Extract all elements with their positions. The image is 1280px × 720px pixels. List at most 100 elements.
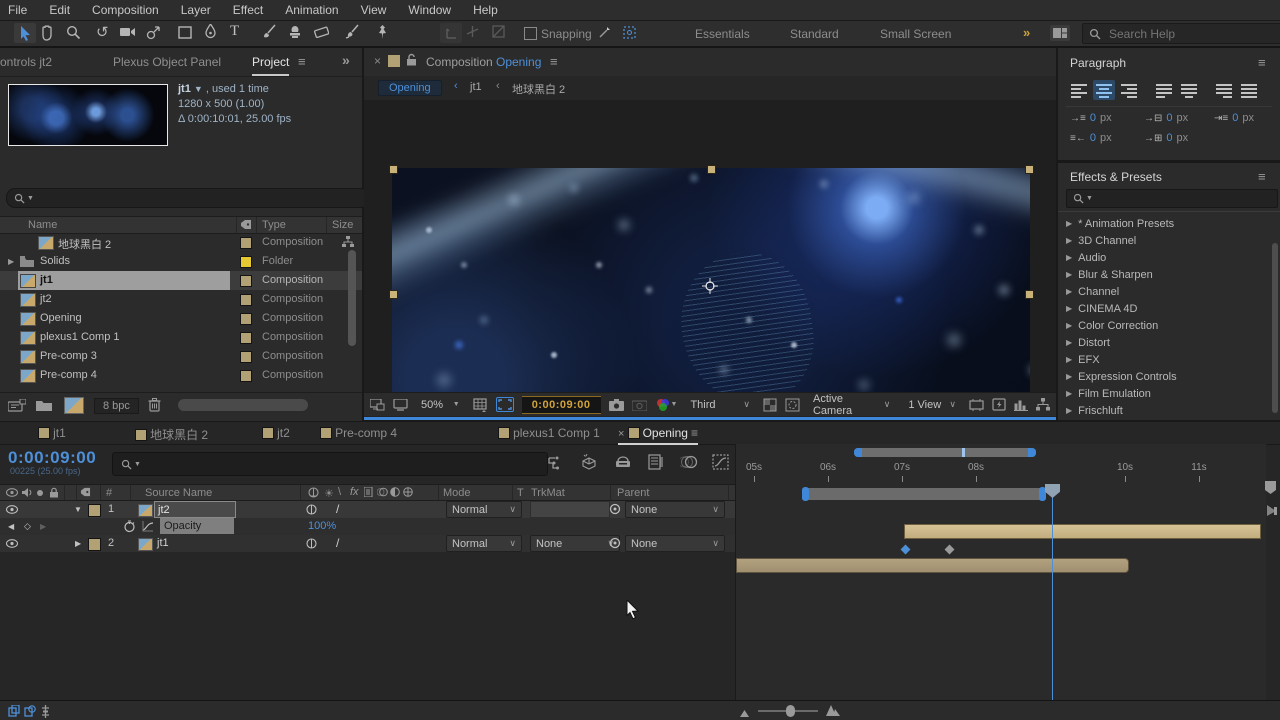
align-right-button[interactable] [1118, 80, 1140, 100]
expand-layer-switches-icon[interactable] [8, 705, 20, 717]
new-folder-icon[interactable] [36, 399, 52, 411]
workspace-essentials[interactable]: Essentials [695, 27, 750, 41]
rotation-tool-icon[interactable]: ↺ [96, 23, 109, 41]
effects-category-3d-channel[interactable]: ▶3D Channel [1066, 232, 1266, 249]
search-options-chevron-icon[interactable]: ▼ [1086, 195, 1093, 202]
expander-icon[interactable]: ▶ [1066, 321, 1072, 330]
column-trkmat[interactable]: TrkMat [531, 487, 565, 499]
layer-label-swatch[interactable] [88, 538, 101, 551]
anchor-point-icon[interactable] [702, 278, 718, 294]
eye-icon[interactable] [6, 539, 18, 548]
menu-effect[interactable]: Effect [233, 3, 263, 17]
camera-tool-icon[interactable] [120, 26, 136, 38]
column-type[interactable]: Type [262, 219, 286, 231]
expander-icon[interactable]: ▶ [1066, 338, 1072, 347]
expander-icon[interactable]: ▶ [1066, 236, 1072, 245]
effects-category-distort[interactable]: ▶Distort [1066, 334, 1266, 351]
comp-panel-menu-icon[interactable]: ≡ [550, 54, 558, 69]
roto-brush-tool-icon[interactable] [344, 24, 360, 40]
menu-help[interactable]: Help [473, 3, 498, 17]
bpc-button[interactable]: 8 bpc [94, 398, 139, 414]
shape-tool-icon[interactable] [178, 26, 192, 39]
timeline-tab-plexus1[interactable]: plexus1 Comp 1 [498, 426, 600, 440]
effects-scrollbar[interactable] [1272, 243, 1278, 413]
layer-in-out-icon[interactable] [1266, 504, 1278, 517]
workspace-bar-icon[interactable] [1050, 25, 1070, 41]
keyframe-prev-icon[interactable]: ◀ [8, 522, 14, 531]
effects-category-expression-controls[interactable]: ▶Expression Controls [1066, 368, 1266, 385]
project-row-precomp3[interactable]: Pre-comp 3 Composition [0, 347, 362, 366]
zoom-in-mountain-icon[interactable] [826, 705, 840, 719]
menu-view[interactable]: View [361, 3, 387, 17]
shy-switch-icon[interactable] [306, 504, 317, 515]
pan-behind-tool-icon[interactable] [146, 25, 161, 40]
menu-animation[interactable]: Animation [285, 3, 338, 17]
resolution-dropdown[interactable]: Third∨ [685, 396, 755, 414]
expander-icon[interactable]: ▶ [1066, 253, 1072, 262]
eye-icon[interactable] [6, 505, 18, 514]
view-layout-dropdown[interactable]: 1 View∨ [903, 396, 961, 414]
expander-icon[interactable]: ▶ [8, 257, 14, 266]
layer1-bar[interactable] [904, 524, 1261, 539]
layer-handle[interactable] [389, 290, 398, 299]
tab-project[interactable]: Project [252, 55, 289, 76]
hand-tool-icon[interactable] [40, 25, 55, 41]
justify-all-button[interactable] [1238, 80, 1260, 100]
close-icon[interactable]: × [618, 428, 624, 440]
label-swatch[interactable] [240, 237, 252, 249]
keyframe-add-icon[interactable]: ◇ [24, 521, 31, 532]
column-name[interactable]: Name [28, 219, 57, 231]
layer-handle[interactable] [707, 165, 716, 174]
effects-category-efx[interactable]: ▶EFX [1066, 351, 1266, 368]
interpret-footage-icon[interactable] [8, 399, 26, 412]
puppet-pin-tool-icon[interactable] [376, 24, 389, 40]
close-icon[interactable]: × [374, 54, 381, 68]
graph-toggle-icon[interactable] [142, 521, 154, 532]
project-row-precomp4[interactable]: Pre-comp 4 Composition [0, 366, 362, 385]
time-ruler[interactable]: 05s 06s 07s 08s 10s 11s [736, 462, 1266, 486]
keyframe-icon[interactable] [901, 545, 911, 555]
timeline-search-box[interactable]: ▼ [112, 452, 548, 476]
magnification-dropdown[interactable]: 50%▼ [416, 396, 465, 414]
layer-row-jt2[interactable]: ▼ 1 jt2 / Normal∨ None∨ [0, 501, 735, 519]
label-swatch[interactable] [240, 275, 252, 287]
label-swatch[interactable] [240, 332, 252, 344]
layer-label-swatch[interactable] [88, 504, 101, 517]
tab-effect-controls[interactable]: ontrols jt2 [0, 55, 52, 69]
graph-editor-icon[interactable] [712, 454, 729, 470]
expand-in-out-icon[interactable] [40, 705, 51, 718]
clone-stamp-tool-icon[interactable] [288, 24, 302, 39]
effects-category-cinema4d[interactable]: ▶CINEMA 4D [1066, 300, 1266, 317]
timeline-tab-jt1[interactable]: jt1 [38, 426, 66, 440]
effects-category-channel[interactable]: ▶Channel [1066, 283, 1266, 300]
composition-mini-flowchart-icon[interactable] [548, 456, 564, 470]
align-left-button[interactable] [1068, 80, 1090, 100]
justify-last-left-button[interactable] [1153, 80, 1175, 100]
mode-dropdown[interactable]: Normal∨ [446, 535, 522, 552]
project-tab-overflow-icon[interactable]: » [342, 52, 350, 68]
timeline-navigator[interactable] [854, 448, 1036, 457]
layer-row-jt1[interactable]: ▶ 2 jt1 / Normal∨ None∨ None∨ [0, 535, 735, 553]
expand-transfer-controls-icon[interactable] [24, 705, 36, 717]
effects-search-box[interactable]: ▼ [1066, 189, 1278, 208]
first-line-indent-field[interactable]: ⇥≡ 0px [1214, 112, 1254, 124]
snapping-checkbox[interactable] [524, 27, 537, 40]
timeline-panel-menu-icon[interactable]: ≡ [691, 426, 698, 440]
composition-image[interactable] [392, 168, 1030, 392]
menu-file[interactable]: File [8, 3, 27, 17]
pen-tool-icon[interactable] [204, 24, 217, 40]
workspace-overflow-icon[interactable]: » [1023, 25, 1030, 40]
timeline-tab-precomp4[interactable]: Pre-comp 4 [320, 426, 397, 440]
label-swatch[interactable] [240, 370, 252, 382]
frame-blending-icon[interactable] [648, 454, 664, 470]
project-row-earth[interactable]: 地球黑白 2 Composition [0, 233, 362, 252]
channel-colors-icon[interactable] [655, 398, 671, 412]
shy-icon[interactable] [614, 456, 632, 468]
justify-last-center-button[interactable] [1178, 80, 1200, 100]
opacity-property-row[interactable]: ◀ ◇ ▶ Opacity 100% [0, 518, 735, 536]
timeline-current-time[interactable]: 0:00:09:00 [8, 448, 96, 468]
effects-panel-menu-icon[interactable]: ≡ [1258, 169, 1266, 184]
menu-window[interactable]: Window [408, 3, 451, 17]
zoom-out-mountain-icon[interactable] [740, 708, 749, 720]
align-center-button[interactable] [1093, 80, 1115, 100]
